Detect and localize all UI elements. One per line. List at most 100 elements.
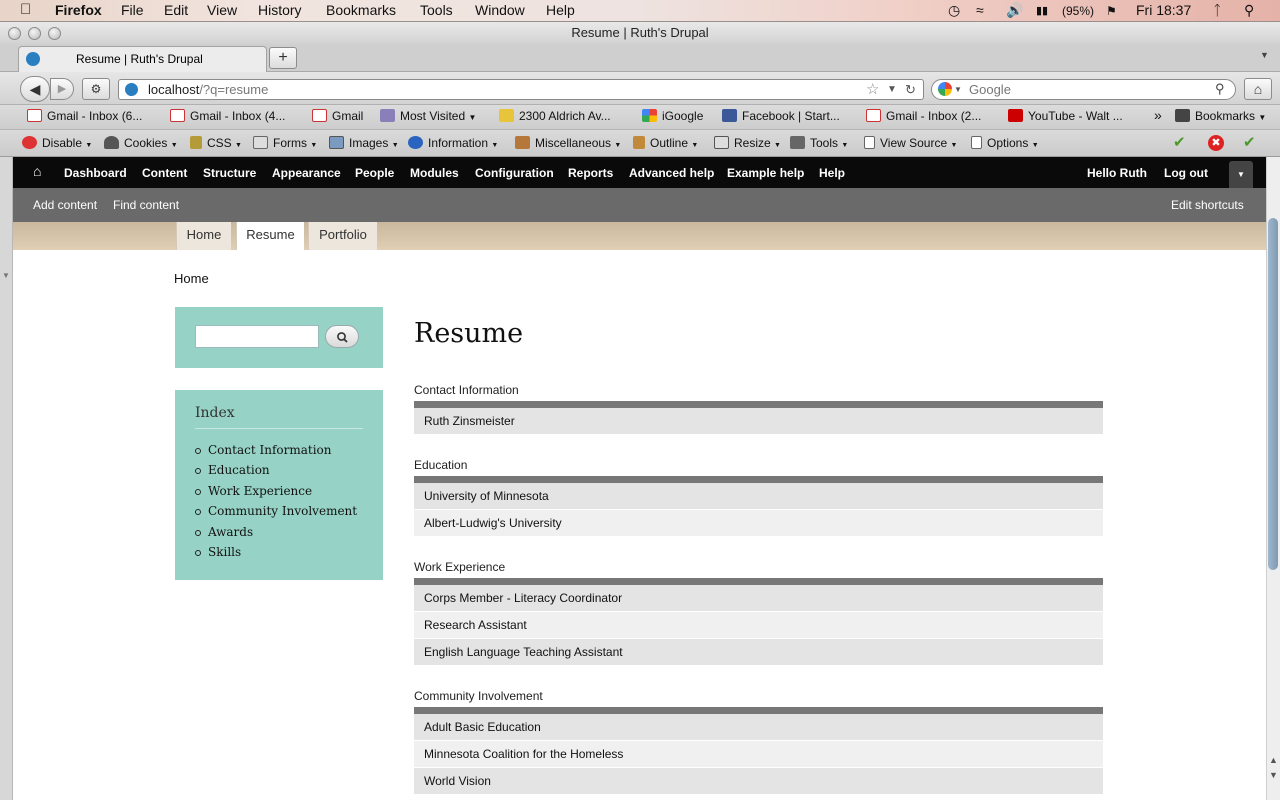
toolbar-appearance[interactable]: Appearance — [272, 166, 341, 180]
toolbar-example-help[interactable]: Example help — [727, 166, 804, 180]
wifi-icon[interactable]: ≈ — [976, 2, 984, 18]
dev-resize[interactable]: Resize ▼ — [714, 136, 781, 150]
dev-view-source[interactable]: View Source ▼ — [864, 136, 957, 150]
tab-home[interactable]: Home — [176, 222, 231, 250]
home-icon[interactable]: ⌂ — [33, 163, 41, 179]
shortcut-find-content[interactable]: Find content — [113, 198, 179, 212]
bookmark-aldrich[interactable]: 2300 Aldrich Av... — [499, 109, 611, 123]
tab-resume[interactable]: Resume — [236, 222, 304, 250]
history-dropdown-icon[interactable]: ▼ — [887, 80, 897, 99]
valid-check-icon-2[interactable]: ✔ — [1243, 133, 1256, 151]
search-icon[interactable]: ⚲ — [1215, 79, 1225, 98]
dev-cookies[interactable]: Cookies ▼ — [104, 136, 178, 150]
bookmarks-overflow-button[interactable]: » — [1154, 107, 1162, 123]
search-engine-dropdown-icon[interactable]: ▼ — [954, 80, 962, 99]
index-link-awards[interactable]: Awards — [195, 524, 357, 544]
section-header-bar — [414, 476, 1103, 483]
bookmark-gmail-1[interactable]: Gmail - Inbox (6... — [27, 109, 142, 123]
menu-help[interactable]: Help — [546, 2, 575, 18]
valid-check-icon[interactable]: ✔ — [1173, 133, 1186, 151]
close-window-button[interactable] — [8, 27, 21, 40]
index-link-contact[interactable]: Contact Information — [195, 442, 357, 462]
spotlight-icon[interactable]: ⚲ — [1244, 2, 1254, 19]
menu-history[interactable]: History — [258, 2, 302, 18]
error-icon[interactable]: ✖ — [1208, 135, 1224, 151]
scroll-down-icon[interactable]: ▼ — [1269, 770, 1278, 780]
toolbar-people[interactable]: People — [355, 166, 394, 180]
shortcut-add-content[interactable]: Add content — [33, 198, 97, 212]
google-icon — [642, 109, 657, 122]
index-link-education[interactable]: Education — [195, 462, 357, 482]
scroll-up-icon[interactable]: ▲ — [1269, 755, 1278, 765]
dev-miscellaneous[interactable]: Miscellaneous ▼ — [515, 136, 621, 150]
toolbar-content[interactable]: Content — [142, 166, 187, 180]
tab-portfolio[interactable]: Portfolio — [308, 222, 377, 250]
toolbar-dashboard[interactable]: Dashboard — [64, 166, 127, 180]
clock[interactable]: Fri 18:37 — [1136, 2, 1191, 18]
menu-tools[interactable]: Tools — [420, 2, 453, 18]
toolbar-drawer-toggle[interactable]: ▼ — [1229, 161, 1253, 188]
toolbar-configuration[interactable]: Configuration — [475, 166, 554, 180]
index-link-work[interactable]: Work Experience — [195, 483, 357, 503]
tab-list-icon[interactable]: ▼ — [1260, 50, 1269, 60]
drupal-icon — [26, 52, 40, 66]
bluetooth-icon[interactable]: ᛏ — [1213, 2, 1221, 18]
flag-icon[interactable]: ⚑ — [1106, 4, 1117, 18]
bookmark-gmail-2[interactable]: Gmail - Inbox (4... — [170, 109, 285, 123]
dev-options[interactable]: Options ▼ — [971, 136, 1039, 150]
bookmark-igoogle[interactable]: iGoogle — [642, 109, 703, 123]
search-field[interactable]: ▼ Google ⚲ — [931, 79, 1236, 100]
toolbar-advanced-help[interactable]: Advanced help — [629, 166, 714, 180]
back-button[interactable]: ◀ — [20, 76, 50, 102]
toolbar-structure[interactable]: Structure — [203, 166, 256, 180]
bookmark-youtube[interactable]: YouTube - Walt ... — [1008, 109, 1123, 123]
bookmark-star-icon[interactable]: ☆ — [866, 80, 879, 99]
toolbar-help[interactable]: Help — [819, 166, 845, 180]
menu-bookmarks[interactable]: Bookmarks — [326, 2, 396, 18]
forward-button[interactable]: ▶ — [50, 78, 74, 100]
dev-css[interactable]: CSS ▼ — [190, 136, 242, 150]
zoom-window-button[interactable] — [48, 27, 61, 40]
url-bar[interactable]: localhost/?q=resume ☆ ▼ ↻ — [118, 79, 924, 100]
volume-icon[interactable]: 🔊 — [1006, 2, 1023, 19]
collapse-arrow-icon[interactable]: ▼ — [2, 271, 10, 280]
toolbar-modules[interactable]: Modules — [410, 166, 459, 180]
battery-icon[interactable]: ▮▮ — [1036, 4, 1048, 17]
bookmark-gmail-4[interactable]: Gmail - Inbox (2... — [866, 109, 981, 123]
bookmark-most-visited[interactable]: Most Visited ▼ — [380, 109, 476, 123]
app-menu[interactable]: Firefox — [55, 2, 102, 18]
menu-file[interactable]: File — [121, 2, 144, 18]
site-search-input[interactable] — [195, 325, 319, 348]
home-button[interactable]: ⌂ — [1244, 78, 1272, 100]
apple-icon[interactable]:  — [20, 1, 31, 18]
toolbar-reports[interactable]: Reports — [568, 166, 613, 180]
menu-edit[interactable]: Edit — [164, 2, 188, 18]
menu-view[interactable]: View — [207, 2, 237, 18]
scrollbar-thumb[interactable] — [1268, 218, 1278, 570]
dev-images[interactable]: Images ▼ — [329, 136, 399, 150]
bookmark-facebook[interactable]: Facebook | Start... — [722, 109, 840, 123]
edit-shortcuts[interactable]: Edit shortcuts — [1171, 198, 1244, 212]
dev-information[interactable]: Information ▼ — [408, 136, 498, 150]
reload-icon[interactable]: ↻ — [905, 80, 916, 99]
dev-disable[interactable]: Disable ▼ — [22, 136, 92, 150]
toolbar-hello-user[interactable]: Hello Ruth — [1087, 166, 1147, 180]
browser-tab[interactable]: Resume | Ruth's Drupal — [18, 46, 267, 73]
menu-window[interactable]: Window — [475, 2, 525, 18]
toolbar-logout[interactable]: Log out — [1164, 166, 1208, 180]
dev-outline[interactable]: Outline ▼ — [633, 136, 698, 150]
minimize-window-button[interactable] — [28, 27, 41, 40]
extension-button[interactable]: ⚙ — [82, 78, 110, 100]
site-search-button[interactable] — [325, 325, 359, 348]
time-machine-icon[interactable]: ◷ — [948, 2, 960, 19]
new-tab-button[interactable]: + — [269, 47, 297, 69]
url-path: /?q=resume — [199, 82, 269, 97]
information-icon — [408, 136, 423, 149]
bookmarks-menu[interactable]: Bookmarks ▼ — [1175, 109, 1266, 123]
index-link-community[interactable]: Community Involvement — [195, 503, 357, 523]
breadcrumb[interactable]: Home — [174, 271, 209, 286]
bookmark-gmail-3[interactable]: Gmail — [312, 109, 363, 123]
dev-forms[interactable]: Forms ▼ — [253, 136, 317, 150]
dev-tools[interactable]: Tools ▼ — [790, 136, 848, 150]
index-link-skills[interactable]: Skills — [195, 544, 357, 564]
